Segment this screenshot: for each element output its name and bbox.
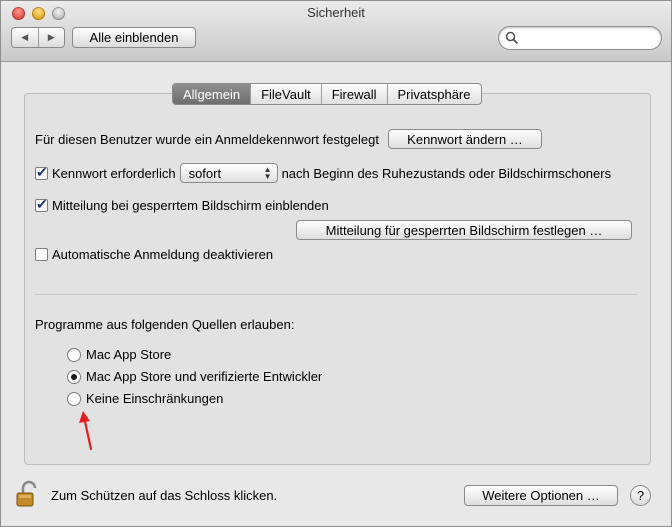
- chevron-left-icon: ◀: [21, 32, 29, 42]
- source-radio-anywhere[interactable]: [67, 391, 81, 406]
- disable-autologin-checkbox[interactable]: [35, 248, 48, 261]
- password-set-row: Für diesen Benutzer wurde ein Anmeldeken…: [35, 129, 542, 149]
- require-password-delay-select[interactable]: sofort ▲ ▼: [179, 163, 278, 183]
- search-field[interactable]: [498, 26, 662, 50]
- source-radio-identified-developers[interactable]: [67, 369, 81, 384]
- source-option-mac-app-store[interactable]: Mac App Store: [67, 347, 171, 362]
- tab-filevault[interactable]: FileVault: [251, 84, 322, 104]
- source-option-anywhere[interactable]: Keine Einschränkungen: [67, 391, 223, 406]
- section-divider: [34, 294, 638, 295]
- sources-heading-text: Programme aus folgenden Quellen erlauben…: [35, 317, 295, 332]
- source-label-anywhere: Keine Einschränkungen: [86, 391, 224, 406]
- security-preferences-window: Sicherheit ◀ ▶ Alle einblenden Allgemein…: [0, 0, 672, 527]
- show-all-button[interactable]: Alle einblenden: [72, 27, 196, 48]
- history-navigation: ◀ ▶: [11, 27, 65, 48]
- lock-hint: Zum Schützen auf das Schloss klicken.: [51, 488, 277, 503]
- search-input[interactable]: [523, 29, 657, 47]
- help-icon: ?: [636, 488, 645, 503]
- source-label-identified-developers: Mac App Store und verifizierte Entwickle…: [86, 369, 323, 384]
- require-password-delay-value: sofort: [188, 165, 222, 181]
- require-password-row: Kennwort erforderlich sofort ▲▼ nach Beg…: [35, 163, 611, 183]
- lock-message-checkbox[interactable]: [35, 196, 48, 213]
- stepper-arrows-icon: ▲ ▼: [263, 165, 272, 181]
- sources-heading: Programme aus folgenden Quellen erlauben…: [35, 317, 294, 332]
- back-button[interactable]: ◀: [12, 28, 39, 47]
- chevron-right-icon: ▶: [47, 32, 55, 42]
- forward-button[interactable]: ▶: [39, 28, 65, 47]
- require-password-label: Kennwort erforderlich: [52, 165, 176, 181]
- tab-privacy[interactable]: Privatsphäre: [388, 84, 481, 104]
- require-password-suffix: nach Beginn des Ruhezustands oder Bildsc…: [281, 165, 612, 181]
- source-option-identified-developers[interactable]: Mac App Store und verifizierte Entwickle…: [67, 369, 322, 384]
- help-button[interactable]: ?: [630, 485, 651, 506]
- tab-bar: Allgemein FileVault Firewall Privatsphär…: [172, 83, 482, 105]
- source-radio-mac-app-store[interactable]: [67, 347, 81, 362]
- disable-autologin-label: Automatische Anmeldung deaktivieren: [52, 247, 274, 262]
- password-set-text: Für diesen Benutzer wurde ein Anmeldeken…: [35, 131, 379, 147]
- lock-message-row: Mitteilung bei gesperrtem Bildschirm ein…: [35, 196, 329, 213]
- source-label-mac-app-store: Mac App Store: [86, 347, 172, 362]
- lock-icon[interactable]: [15, 480, 43, 508]
- require-password-checkbox[interactable]: [35, 164, 48, 181]
- tab-general[interactable]: Allgemein: [173, 84, 252, 104]
- set-lock-message-button[interactable]: Mitteilung für gesperrten Bildschirm fes…: [296, 220, 632, 240]
- change-password-button[interactable]: Kennwort ändern …: [387, 129, 542, 149]
- disable-autologin-row: Automatische Anmeldung deaktivieren: [35, 247, 273, 262]
- search-icon: [505, 31, 519, 45]
- tab-firewall[interactable]: Firewall: [322, 84, 388, 104]
- lock-hint-text: Zum Schützen auf das Schloss klicken.: [51, 488, 278, 503]
- red-arrow-annotation-icon: [79, 411, 93, 451]
- window-title: Sicherheit: [307, 5, 365, 20]
- lock-message-label: Mitteilung bei gesperrtem Bildschirm ein…: [52, 198, 329, 213]
- toolbar: Sicherheit ◀ ▶ Alle einblenden: [1, 1, 671, 62]
- advanced-options-button[interactable]: Weitere Optionen …: [464, 485, 618, 506]
